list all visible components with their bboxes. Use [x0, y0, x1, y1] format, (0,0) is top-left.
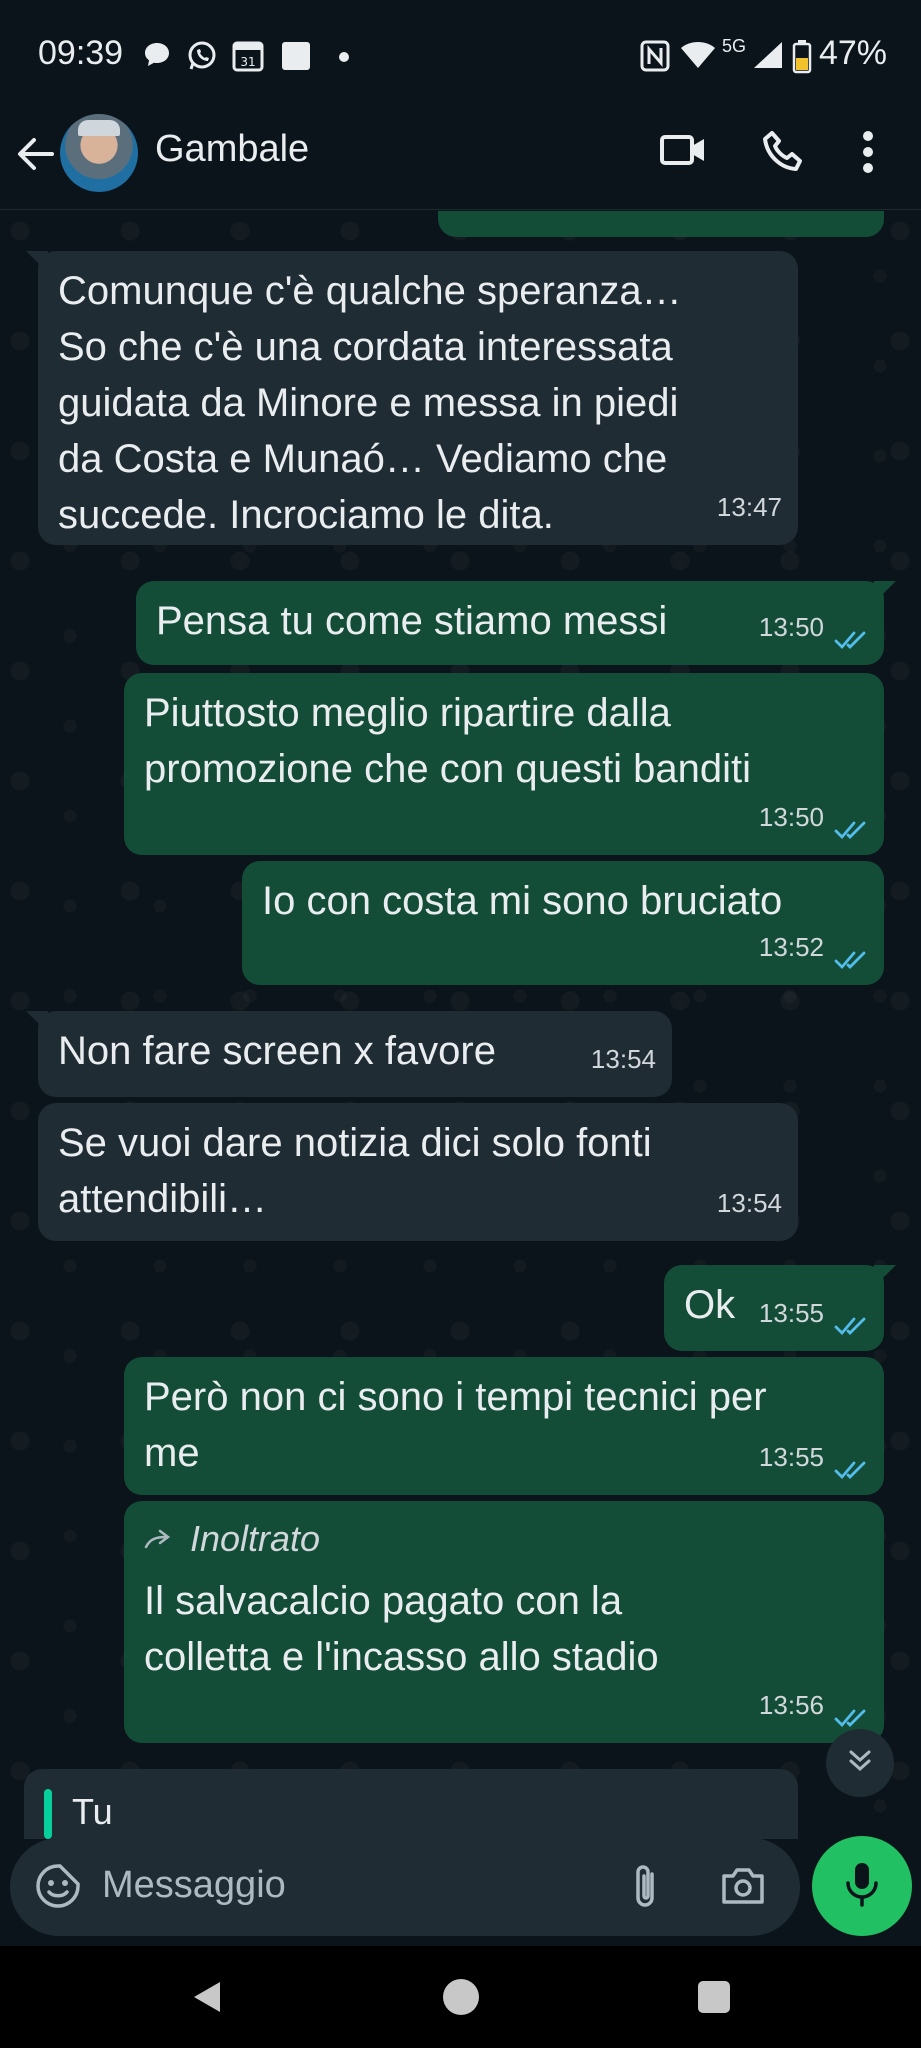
forwarded-text: Inoltrato: [190, 1518, 321, 1559]
back-arrow-icon[interactable]: [16, 134, 56, 178]
bubble-tail: [874, 581, 896, 603]
svg-text:31: 31: [240, 55, 255, 69]
network-type: 5G: [722, 36, 747, 56]
message-meta: 13:50: [759, 789, 870, 845]
nav-home-icon[interactable]: [443, 1979, 479, 2015]
contact-name[interactable]: Gambale: [155, 128, 309, 171]
video-call-icon[interactable]: [660, 130, 706, 174]
message-text: Pensa tu come stiamo messi: [156, 599, 668, 643]
phone-icon[interactable]: [762, 130, 806, 178]
camera-icon[interactable]: [720, 1864, 766, 1910]
message-bubble-outgoing[interactable]: Pensa tu come stiamo messi 13:50: [136, 581, 896, 665]
message-text: Piuttosto meglio ripartire dalla promozi…: [144, 691, 752, 791]
message-time: 13:54: [716, 1188, 782, 1218]
bubble-tail: [26, 1011, 48, 1033]
message-text: Ok: [684, 1283, 736, 1327]
system-nav-bar: [0, 1946, 921, 2048]
read-ticks-icon: [834, 805, 870, 840]
read-ticks-icon: [834, 615, 870, 650]
forwarded-label: Inoltrato: [144, 1511, 320, 1567]
message-meta: 13:50: [759, 599, 870, 655]
read-ticks-icon: [834, 1301, 870, 1336]
reply-accent-bar: [44, 1789, 52, 1839]
signal-icon: [752, 40, 784, 74]
more-vert-icon[interactable]: [862, 130, 874, 178]
bubble-tail: [26, 251, 48, 273]
message-meta: 13:52: [759, 919, 870, 975]
message-time: 13:50: [758, 612, 824, 642]
calendar-icon: 31: [232, 40, 264, 76]
message-bubble-outgoing-forwarded[interactable]: Inoltrato Il salvacalcio pagato con la c…: [124, 1501, 884, 1743]
dot-icon: [338, 48, 350, 67]
chat-area[interactable]: Comunque c'è qualche speranza… So che c'…: [0, 211, 921, 1840]
battery-icon: [792, 40, 812, 78]
message-bubble-incoming[interactable]: Comunque c'è qualche speranza… So che c'…: [26, 251, 798, 545]
status-bar: 09:39 31 5G 47%: [0, 0, 921, 110]
message-bubble-outgoing[interactable]: Però non ci sono i tempi tecnici per me …: [124, 1357, 884, 1495]
battery-percent: 47%: [818, 34, 887, 72]
nav-back-icon[interactable]: [190, 1980, 224, 2018]
message-bubble-outgoing[interactable]: Piuttosto meglio ripartire dalla promozi…: [124, 673, 884, 855]
message-meta: 13:47: [717, 479, 782, 535]
message-input[interactable]: Messaggio: [102, 1864, 286, 1907]
bubble-tail: [874, 1265, 896, 1287]
mic-button[interactable]: [812, 1836, 912, 1936]
message-bubble-outgoing[interactable]: Io con costa mi sono bruciato 13:52: [242, 861, 884, 985]
message-time: 13:56: [758, 1690, 824, 1720]
whatsapp-icon: [186, 40, 218, 76]
message-bubble-incoming[interactable]: Se vuoi dare notizia dici solo fonti att…: [38, 1103, 798, 1241]
read-ticks-icon: [834, 935, 870, 970]
attach-icon[interactable]: [630, 1862, 662, 1914]
message-text: Comunque c'è qualche speranza… So che c'…: [58, 269, 682, 537]
message-bubble-incoming[interactable]: Non fare screen x favore 13:54: [26, 1011, 672, 1097]
read-ticks-icon: [834, 1445, 870, 1480]
message-meta: 13:54: [591, 1031, 656, 1087]
message-bubble-partial[interactable]: [438, 211, 884, 237]
message-text: Non fare screen x favore: [58, 1029, 496, 1073]
avatar[interactable]: [60, 114, 138, 192]
wifi-icon: [680, 40, 716, 74]
message-text: Se vuoi dare notizia dici solo fonti att…: [58, 1121, 652, 1221]
square-icon: [280, 40, 312, 76]
message-time: 13:47: [716, 492, 782, 522]
reply-preview[interactable]: Tu: [24, 1769, 798, 1839]
double-chevron-down-icon: [845, 1746, 875, 1780]
reply-sender-name: Tu: [72, 1791, 113, 1832]
message-text: Però non ci sono i tempi tecnici per me: [144, 1375, 767, 1475]
mic-icon: [844, 1861, 880, 1911]
message-time: 13:55: [758, 1298, 824, 1328]
nfc-icon: [640, 40, 670, 76]
message-meta: 13:55: [759, 1429, 870, 1485]
chat-bubble-icon: [142, 40, 172, 74]
chat-header: Gambale: [0, 110, 921, 210]
message-time: 13:54: [590, 1044, 656, 1074]
status-time: 09:39: [38, 34, 124, 72]
message-meta: 13:55: [759, 1285, 870, 1341]
message-time: 13:55: [758, 1442, 824, 1472]
message-time: 13:52: [758, 932, 824, 962]
message-meta: 13:54: [717, 1175, 782, 1231]
forward-arrow-icon: [144, 1511, 176, 1567]
message-composer[interactable]: Messaggio: [10, 1838, 800, 1936]
message-bubble-outgoing[interactable]: Ok 13:55: [664, 1265, 896, 1351]
message-text: Io con costa mi sono bruciato: [262, 879, 783, 923]
message-meta: 13:56: [759, 1677, 870, 1733]
nav-recents-icon[interactable]: [698, 1981, 730, 2013]
read-ticks-icon: [834, 1693, 870, 1728]
sticker-icon[interactable]: [34, 1862, 82, 1914]
scroll-to-bottom-button[interactable]: [826, 1729, 894, 1797]
message-time: 13:50: [758, 802, 824, 832]
message-text: Il salvacalcio pagato con la colletta e …: [144, 1579, 659, 1679]
